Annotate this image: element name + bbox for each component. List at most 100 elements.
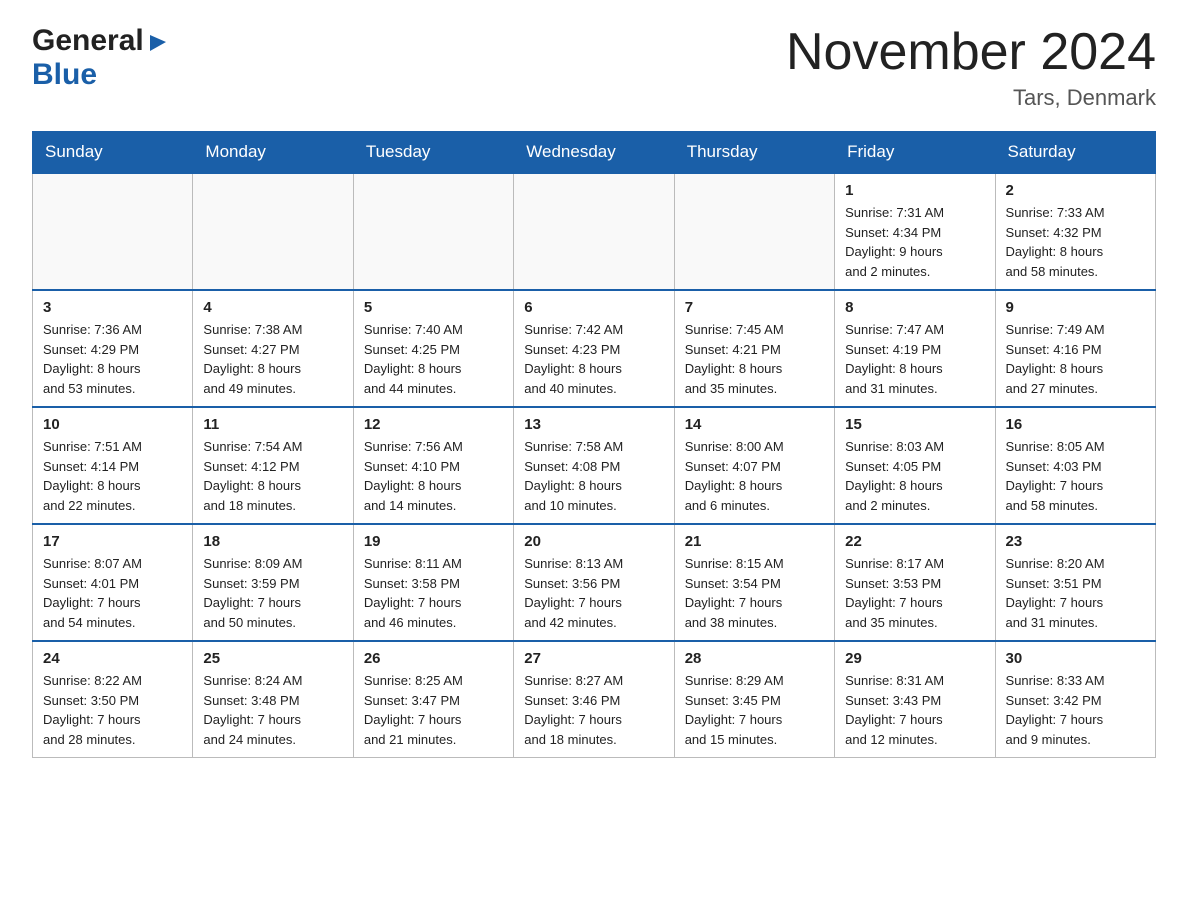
day-info: Sunrise: 8:27 AM Sunset: 3:46 PM Dayligh… — [524, 671, 663, 749]
day-number: 18 — [203, 533, 342, 550]
page-header: General Blue November 2024 Tars, Denmark — [32, 24, 1156, 111]
calendar-day-cell: 2 Sunrise: 7:33 AM Sunset: 4:32 PM Daylig… — [995, 173, 1155, 290]
day-info: Sunrise: 7:47 AM Sunset: 4:19 PM Dayligh… — [845, 320, 984, 398]
calendar-day-cell: 7Sunrise: 7:45 AM Sunset: 4:21 PM Daylig… — [674, 290, 834, 407]
calendar-week-row: 10 Sunrise: 7:51 AM Sunset: 4:14 PM Dayli… — [33, 407, 1156, 524]
day-number: 25 — [203, 650, 342, 667]
calendar-day-cell: 21 Sunrise: 8:15 AM Sunset: 3:54 PM Dayli… — [674, 524, 834, 641]
calendar-day-cell: 19 Sunrise: 8:11 AM Sunset: 3:58 PM Dayli… — [353, 524, 513, 641]
calendar-day-cell: 13Sunrise: 7:58 AM Sunset: 4:08 PM Dayli… — [514, 407, 674, 524]
logo-triangle-icon — [146, 31, 168, 53]
calendar-day-cell: 18 Sunrise: 8:09 AM Sunset: 3:59 PM Dayli… — [193, 524, 353, 641]
day-number: 17 — [43, 533, 182, 550]
day-number: 6 — [524, 299, 663, 316]
day-number: 1 — [845, 182, 984, 199]
day-of-week-header: Tuesday — [353, 132, 513, 174]
calendar-day-cell: 24 Sunrise: 8:22 AM Sunset: 3:50 PM Dayli… — [33, 641, 193, 758]
logo: General Blue — [32, 24, 168, 92]
day-of-week-header: Wednesday — [514, 132, 674, 174]
day-number: 21 — [685, 533, 824, 550]
calendar-day-cell — [674, 173, 834, 290]
day-info: Sunrise: 8:15 AM Sunset: 3:54 PM Dayligh… — [685, 554, 824, 632]
logo-general-text: General — [32, 24, 144, 58]
calendar-day-cell: 29 Sunrise: 8:31 AM Sunset: 3:43 PM Dayli… — [835, 641, 995, 758]
calendar-day-cell: 22 Sunrise: 8:17 AM Sunset: 3:53 PM Dayli… — [835, 524, 995, 641]
calendar-day-cell — [33, 173, 193, 290]
calendar-header-row: SundayMondayTuesdayWednesdayThursdayFrid… — [33, 132, 1156, 174]
day-number: 4 — [203, 299, 342, 316]
day-number: 10 — [43, 416, 182, 433]
day-number: 12 — [364, 416, 503, 433]
day-number: 22 — [845, 533, 984, 550]
day-info: Sunrise: 8:17 AM Sunset: 3:53 PM Dayligh… — [845, 554, 984, 632]
day-info: Sunrise: 8:29 AM Sunset: 3:45 PM Dayligh… — [685, 671, 824, 749]
day-number: 5 — [364, 299, 503, 316]
calendar-day-cell: 14Sunrise: 8:00 AM Sunset: 4:07 PM Dayli… — [674, 407, 834, 524]
day-info: Sunrise: 8:13 AM Sunset: 3:56 PM Dayligh… — [524, 554, 663, 632]
day-number: 26 — [364, 650, 503, 667]
calendar-day-cell: 25 Sunrise: 8:24 AM Sunset: 3:48 PM Dayli… — [193, 641, 353, 758]
location-label: Tars, Denmark — [786, 85, 1156, 111]
calendar-day-cell: 3Sunrise: 7:36 AM Sunset: 4:29 PM Daylig… — [33, 290, 193, 407]
day-info: Sunrise: 8:24 AM Sunset: 3:48 PM Dayligh… — [203, 671, 342, 749]
day-number: 11 — [203, 416, 342, 433]
logo-blue-text: Blue — [32, 58, 97, 91]
day-number: 13 — [524, 416, 663, 433]
day-number: 24 — [43, 650, 182, 667]
calendar-day-cell: 26 Sunrise: 8:25 AM Sunset: 3:47 PM Dayli… — [353, 641, 513, 758]
day-info: Sunrise: 7:31 AM Sunset: 4:34 PM Dayligh… — [845, 203, 984, 281]
calendar-week-row: 1 Sunrise: 7:31 AM Sunset: 4:34 PM Daylig… — [33, 173, 1156, 290]
day-info: Sunrise: 8:11 AM Sunset: 3:58 PM Dayligh… — [364, 554, 503, 632]
day-info: Sunrise: 8:20 AM Sunset: 3:51 PM Dayligh… — [1006, 554, 1145, 632]
day-number: 2 — [1006, 182, 1145, 199]
calendar-day-cell: 23Sunrise: 8:20 AM Sunset: 3:51 PM Dayli… — [995, 524, 1155, 641]
calendar-day-cell: 5 Sunrise: 7:40 AM Sunset: 4:25 PM Daylig… — [353, 290, 513, 407]
day-info: Sunrise: 7:38 AM Sunset: 4:27 PM Dayligh… — [203, 320, 342, 398]
calendar-day-cell: 16Sunrise: 8:05 AM Sunset: 4:03 PM Dayli… — [995, 407, 1155, 524]
day-info: Sunrise: 8:31 AM Sunset: 3:43 PM Dayligh… — [845, 671, 984, 749]
calendar-day-cell: 12 Sunrise: 7:56 AM Sunset: 4:10 PM Dayli… — [353, 407, 513, 524]
calendar-day-cell: 28 Sunrise: 8:29 AM Sunset: 3:45 PM Dayli… — [674, 641, 834, 758]
day-info: Sunrise: 8:03 AM Sunset: 4:05 PM Dayligh… — [845, 437, 984, 515]
day-info: Sunrise: 7:54 AM Sunset: 4:12 PM Dayligh… — [203, 437, 342, 515]
day-info: Sunrise: 7:33 AM Sunset: 4:32 PM Dayligh… — [1006, 203, 1145, 281]
calendar-day-cell: 4 Sunrise: 7:38 AM Sunset: 4:27 PM Daylig… — [193, 290, 353, 407]
calendar-day-cell — [193, 173, 353, 290]
day-info: Sunrise: 7:51 AM Sunset: 4:14 PM Dayligh… — [43, 437, 182, 515]
day-number: 8 — [845, 299, 984, 316]
calendar-day-cell: 30Sunrise: 8:33 AM Sunset: 3:42 PM Dayli… — [995, 641, 1155, 758]
day-info: Sunrise: 8:33 AM Sunset: 3:42 PM Dayligh… — [1006, 671, 1145, 749]
calendar-week-row: 3Sunrise: 7:36 AM Sunset: 4:29 PM Daylig… — [33, 290, 1156, 407]
day-info: Sunrise: 7:36 AM Sunset: 4:29 PM Dayligh… — [43, 320, 182, 398]
calendar-table: SundayMondayTuesdayWednesdayThursdayFrid… — [32, 131, 1156, 758]
day-number: 20 — [524, 533, 663, 550]
calendar-day-cell: 9Sunrise: 7:49 AM Sunset: 4:16 PM Daylig… — [995, 290, 1155, 407]
month-title: November 2024 — [786, 24, 1156, 81]
day-of-week-header: Sunday — [33, 132, 193, 174]
day-number: 9 — [1006, 299, 1145, 316]
day-number: 28 — [685, 650, 824, 667]
day-info: Sunrise: 8:22 AM Sunset: 3:50 PM Dayligh… — [43, 671, 182, 749]
day-info: Sunrise: 7:40 AM Sunset: 4:25 PM Dayligh… — [364, 320, 503, 398]
day-number: 19 — [364, 533, 503, 550]
title-area: November 2024 Tars, Denmark — [786, 24, 1156, 111]
day-of-week-header: Thursday — [674, 132, 834, 174]
calendar-day-cell: 8 Sunrise: 7:47 AM Sunset: 4:19 PM Daylig… — [835, 290, 995, 407]
day-of-week-header: Friday — [835, 132, 995, 174]
calendar-day-cell: 10 Sunrise: 7:51 AM Sunset: 4:14 PM Dayli… — [33, 407, 193, 524]
calendar-week-row: 24 Sunrise: 8:22 AM Sunset: 3:50 PM Dayli… — [33, 641, 1156, 758]
day-number: 29 — [845, 650, 984, 667]
day-of-week-header: Saturday — [995, 132, 1155, 174]
day-of-week-header: Monday — [193, 132, 353, 174]
day-info: Sunrise: 8:09 AM Sunset: 3:59 PM Dayligh… — [203, 554, 342, 632]
day-number: 27 — [524, 650, 663, 667]
calendar-day-cell: 27 Sunrise: 8:27 AM Sunset: 3:46 PM Dayli… — [514, 641, 674, 758]
calendar-day-cell: 1 Sunrise: 7:31 AM Sunset: 4:34 PM Daylig… — [835, 173, 995, 290]
day-info: Sunrise: 8:05 AM Sunset: 4:03 PM Dayligh… — [1006, 437, 1145, 515]
calendar-day-cell — [514, 173, 674, 290]
day-number: 7 — [685, 299, 824, 316]
day-info: Sunrise: 7:56 AM Sunset: 4:10 PM Dayligh… — [364, 437, 503, 515]
calendar-week-row: 17Sunrise: 8:07 AM Sunset: 4:01 PM Dayli… — [33, 524, 1156, 641]
day-info: Sunrise: 8:25 AM Sunset: 3:47 PM Dayligh… — [364, 671, 503, 749]
calendar-day-cell — [353, 173, 513, 290]
